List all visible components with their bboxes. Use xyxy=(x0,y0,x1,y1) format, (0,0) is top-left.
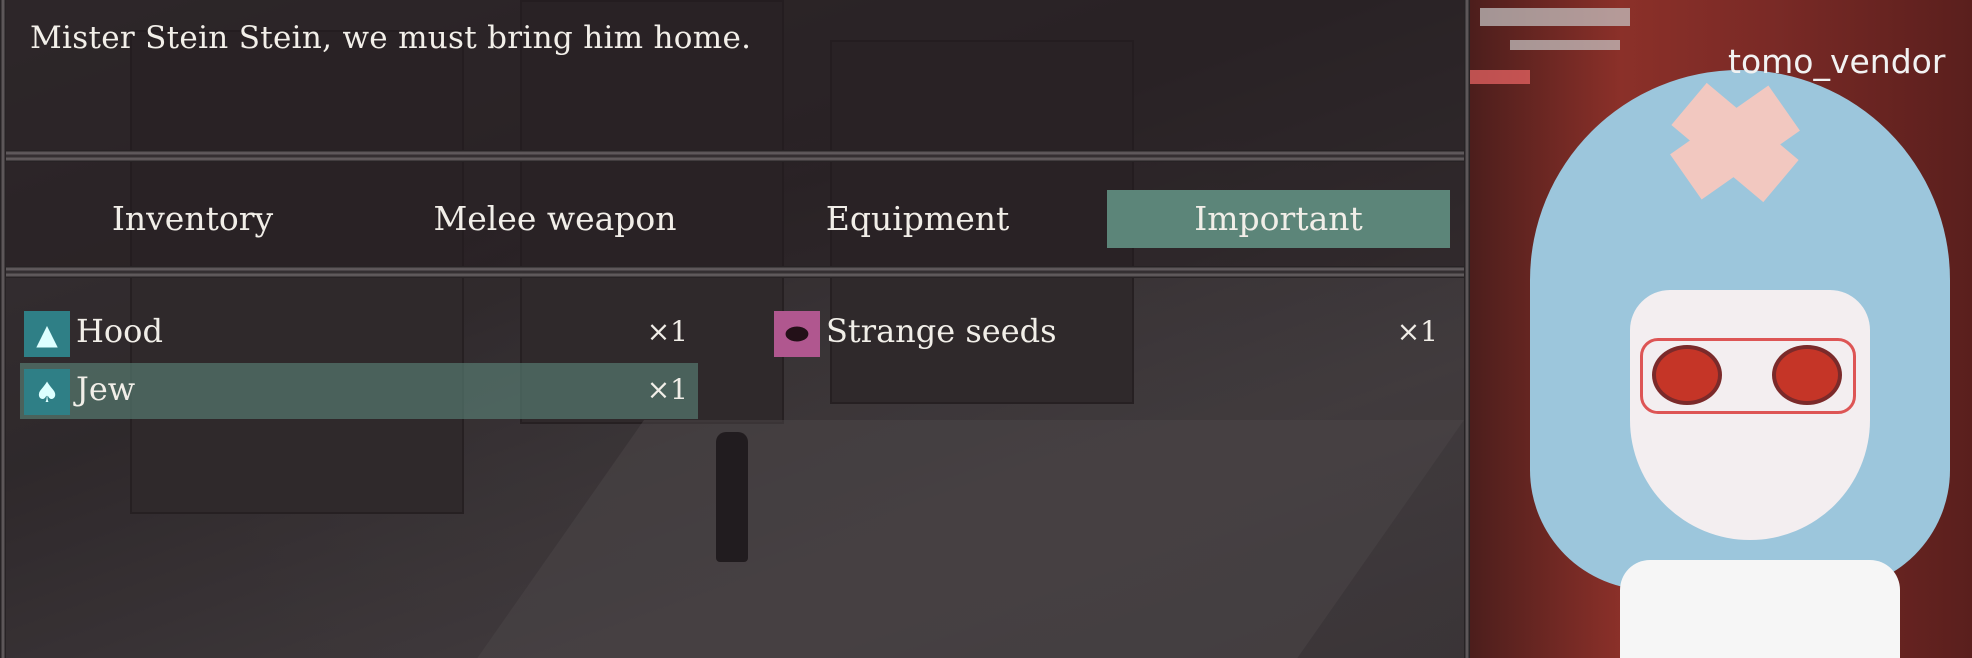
item-quantity: ×1 xyxy=(646,315,688,348)
item-quantity: ×1 xyxy=(1396,315,1438,348)
hood-icon: ▲ xyxy=(24,311,70,357)
streamer-handle: tomo_vendor xyxy=(1728,42,1946,81)
frame-border xyxy=(0,150,1470,162)
streamer-overlay xyxy=(1470,0,1972,658)
noise-stripe xyxy=(1480,8,1630,26)
avatar-face xyxy=(1630,290,1870,540)
item-name: Hood xyxy=(76,312,163,350)
list-item-strange-seeds[interactable]: ⬬ Strange seeds ×1 xyxy=(770,305,1448,361)
glasses-icon xyxy=(1640,338,1856,414)
item-name: Jew xyxy=(76,370,136,408)
frame-border xyxy=(0,266,1470,278)
tab-inventory[interactable]: Inventory xyxy=(60,190,325,248)
shirt-collar xyxy=(1620,560,1900,658)
dialog-text: Mister Stein Stein, we must bring him ho… xyxy=(30,20,752,56)
tab-melee-weapon[interactable]: Melee weapon xyxy=(420,190,690,248)
item-quantity: ×1 xyxy=(646,373,688,406)
tab-equipment[interactable]: Equipment xyxy=(780,190,1055,248)
frame-border xyxy=(0,0,6,658)
item-name: Strange seeds xyxy=(826,312,1057,350)
noise-stripe xyxy=(1510,40,1620,50)
noise-stripe xyxy=(1470,70,1530,84)
seed-icon: ⬬ xyxy=(774,311,820,357)
tab-important[interactable]: Important xyxy=(1107,190,1450,248)
list-item-hood[interactable]: ▲ Hood ×1 xyxy=(20,305,698,361)
figure-icon: ♠ xyxy=(24,369,70,415)
list-item-jew[interactable]: ♠ Jew ×1 xyxy=(20,363,698,419)
